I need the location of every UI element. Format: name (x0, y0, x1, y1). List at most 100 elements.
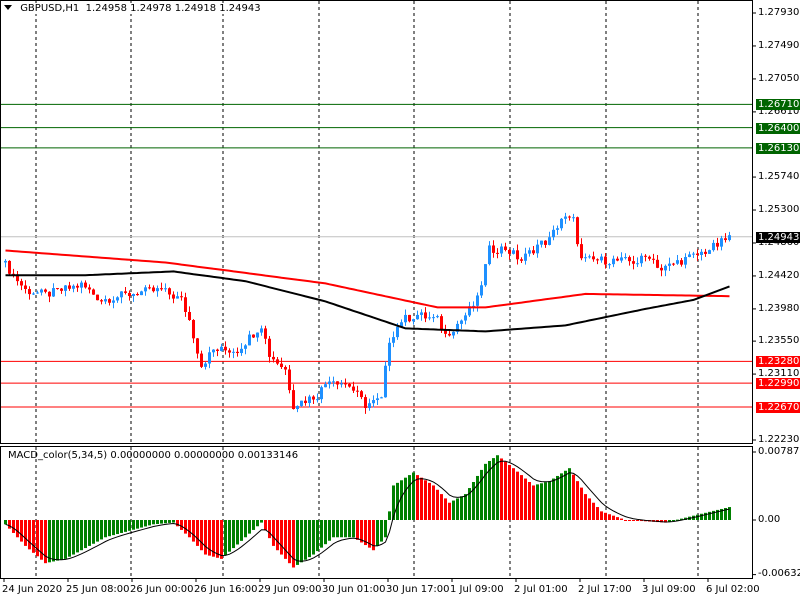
macd-histogram-bar (112, 520, 115, 536)
price-chart[interactable] (0, 0, 800, 600)
bullish-candle (388, 342, 391, 366)
macd-title: MACD_color(5,34,5) 0.00000000 0.00000000… (8, 450, 298, 461)
bullish-candle (432, 317, 435, 319)
macd-histogram-bar (88, 520, 91, 546)
macd-histogram-bar (624, 520, 627, 521)
bullish-candle (688, 254, 691, 258)
macd-histogram-bar (56, 520, 59, 561)
price-axis-label: 1.22230 (758, 434, 800, 445)
macd-histogram-bar (596, 507, 599, 520)
bullish-candle (416, 314, 419, 320)
macd-signal-line (5, 460, 730, 562)
macd-value-1: 0.00000000 (110, 450, 171, 461)
bearish-candle (312, 396, 315, 400)
macd-histogram-bar (412, 472, 415, 520)
bearish-candle (24, 285, 27, 290)
bearish-candle (496, 252, 499, 254)
bearish-candle (272, 356, 275, 360)
bullish-candle (340, 383, 343, 385)
bullish-candle (640, 255, 643, 264)
macd-histogram-bar (496, 455, 499, 520)
macd-pane-frame (0, 446, 753, 579)
macd-histogram-bar (612, 515, 615, 520)
dropdown-triangle-icon[interactable] (4, 5, 12, 10)
macd-histogram-bar (16, 520, 19, 538)
macd-axis-label: 0.00 (758, 514, 781, 525)
bullish-candle (116, 297, 119, 301)
bearish-candle (440, 316, 443, 331)
bearish-candle (696, 253, 699, 255)
macd-histogram-bar (344, 520, 347, 538)
bullish-candle (132, 293, 135, 297)
macd-histogram-bar (608, 514, 611, 520)
high-value: 1.24978 (130, 3, 172, 14)
bullish-candle (120, 291, 123, 298)
bearish-candle (84, 282, 87, 288)
support-price-tag: 1.23280 (756, 356, 800, 368)
macd-axis-label: -0.006323 (758, 568, 800, 579)
macd-histogram-bar (520, 475, 523, 520)
bearish-candle (60, 288, 63, 291)
macd-histogram-bar (136, 520, 139, 529)
macd-value-2: 0.00000000 (174, 450, 235, 461)
bullish-candle (384, 365, 387, 398)
bearish-candle (8, 260, 11, 274)
macd-axis-label: 0.0078738 (758, 446, 800, 457)
bullish-candle (480, 285, 483, 296)
bullish-candle (144, 287, 147, 292)
chart-title: GBPUSD,H1 1.24958 1.24978 1.24918 1.2494… (4, 3, 264, 14)
open-value: 1.24958 (85, 3, 127, 14)
macd-histogram-bar (508, 464, 511, 520)
macd-histogram-bar (296, 520, 299, 565)
bearish-candle (252, 334, 255, 338)
price-axis-label: 1.25740 (758, 171, 800, 183)
bullish-candle (636, 263, 639, 265)
macd-histogram-bar (384, 520, 387, 538)
price-axis-label: 1.27930 (758, 7, 800, 18)
macd-histogram-bar (204, 520, 207, 555)
bullish-candle (676, 260, 679, 264)
bearish-candle (592, 256, 595, 260)
macd-histogram-bar (500, 458, 503, 520)
bullish-candle (476, 295, 479, 306)
bullish-candle (484, 264, 487, 286)
macd-histogram-bar (460, 496, 463, 520)
bullish-candle (420, 312, 423, 315)
macd-histogram-bar (696, 514, 699, 520)
macd-histogram-bar (404, 477, 407, 520)
bearish-candle (596, 259, 599, 261)
macd-histogram-bar (512, 468, 515, 520)
bearish-candle (336, 381, 339, 385)
macd-histogram-bar (424, 480, 427, 520)
bearish-candle (632, 261, 635, 264)
bearish-candle (180, 296, 183, 298)
bearish-candle (44, 289, 47, 292)
macd-histogram-bar (148, 520, 151, 526)
macd-histogram-bar (480, 469, 483, 520)
macd-histogram-bar (248, 520, 251, 534)
bullish-candle (464, 315, 467, 321)
macd-histogram-bar (164, 520, 167, 524)
time-axis-label: 2 Jul 17:00 (578, 584, 632, 595)
macd-histogram-bar (332, 520, 335, 538)
macd-histogram-bar (180, 520, 183, 530)
bearish-candle (304, 400, 307, 404)
bearish-candle (76, 285, 79, 288)
macd-histogram-bar (536, 484, 539, 520)
bullish-candle (308, 396, 311, 404)
bullish-candle (300, 400, 303, 406)
bullish-candle (404, 314, 407, 323)
macd-histogram-bar (300, 520, 303, 563)
bearish-candle (680, 260, 683, 265)
macd-histogram-bar (516, 471, 519, 520)
bearish-candle (704, 251, 707, 254)
macd-histogram-bar (484, 463, 487, 520)
bullish-candle (524, 253, 527, 261)
macd-histogram-bar (340, 520, 343, 538)
price-axis-label: 1.23980 (758, 302, 800, 314)
bullish-candle (368, 403, 371, 409)
bullish-candle (164, 288, 167, 290)
bearish-candle (276, 359, 279, 364)
bearish-candle (236, 351, 239, 354)
price-axis-label: 1.27050 (758, 72, 800, 84)
